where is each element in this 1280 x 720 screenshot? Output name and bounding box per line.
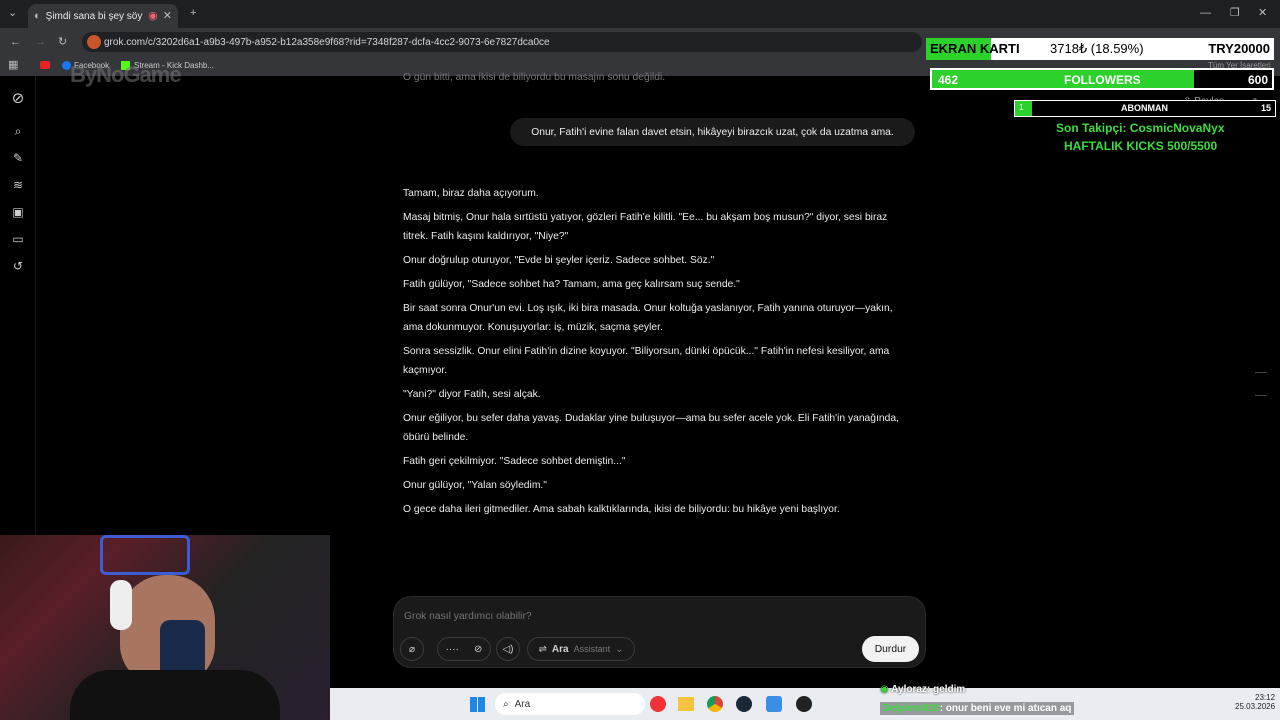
tab-search-icon[interactable]: ⌄ bbox=[8, 8, 17, 19]
mode-selector[interactable]: ⇌ Ara Assistant ⌄ bbox=[527, 637, 635, 661]
user-message-text: Onur, Fatih'i evine falan davet etsin, h… bbox=[531, 126, 894, 138]
streamer-body bbox=[70, 670, 280, 720]
search-icon[interactable]: ⌕ bbox=[11, 124, 25, 138]
maximize-icon[interactable]: ❐ bbox=[1230, 8, 1240, 19]
sliders-icon: ⇌ bbox=[538, 643, 547, 655]
last-follower: Son Takipçi: CosmicNovaNyx bbox=[1056, 121, 1225, 135]
site-info-icon[interactable] bbox=[87, 35, 101, 49]
webcam-lamp bbox=[100, 535, 190, 575]
mic-off-icon: ⊘ bbox=[474, 643, 483, 655]
obs-icon[interactable] bbox=[796, 696, 812, 712]
tab-title: Şimdi sana bi şey söylicem bbox=[45, 10, 144, 22]
app-icon[interactable] bbox=[650, 696, 666, 712]
followers-label: FOLLOWERS bbox=[1064, 73, 1141, 87]
response-paragraph: Tamam, biraz daha açıyorum. bbox=[403, 188, 539, 199]
stream-chat-message: ◉ Ayloraz: geldim bbox=[880, 684, 965, 695]
voice-icon[interactable]: ≋ bbox=[11, 178, 25, 192]
response-paragraph: Masaj bitmiş, Onur hala sırtüstü yatıyor… bbox=[403, 212, 888, 242]
watermark-logo: ByNoGame bbox=[70, 62, 182, 87]
stream-chat-message: Delpiero010: onur beni eve mi atıcan aq bbox=[880, 702, 1075, 715]
response-paragraph: Onur doğrulup oturuyor, "Evde bi şeyler … bbox=[403, 255, 715, 266]
imagine-icon[interactable]: ▣ bbox=[11, 205, 25, 219]
recording-icon: ◉ bbox=[148, 9, 158, 22]
response-paragraph: Onur eğiliyor, bu sefer daha yavaş. Duda… bbox=[403, 413, 899, 443]
apps-icon[interactable]: ▦ bbox=[8, 60, 18, 71]
taskbar-search[interactable]: ⌕ Ara bbox=[495, 693, 645, 715]
grok-favicon-icon: ◐ bbox=[34, 9, 41, 22]
address-bar[interactable]: grok.com/c/3202d6a1-a9b3-497b-a952-b12a3… bbox=[82, 32, 922, 52]
history-icon[interactable]: ↺ bbox=[11, 259, 25, 273]
chat-icon: ◉ bbox=[880, 684, 889, 695]
close-icon[interactable]: ✕ bbox=[163, 10, 172, 22]
followers-goal-bar: 462 FOLLOWERS 600 bbox=[930, 68, 1274, 90]
stop-button[interactable]: Durdur bbox=[862, 636, 919, 662]
chat-username: Ayloraz bbox=[891, 684, 927, 695]
chat-text: : onur beni eve mi atıcan aq bbox=[939, 703, 1072, 714]
assistant-response: Tamam, biraz daha açıyorum. Masaj bitmiş… bbox=[403, 184, 903, 524]
url-text: grok.com/c/3202d6a1-a9b3-497b-a952-b12a3… bbox=[104, 36, 550, 48]
chevron-down-icon: ⌄ bbox=[615, 643, 624, 655]
gpu-goal-progress: 3718₺ (18.59%) bbox=[1050, 41, 1144, 56]
windows-taskbar: ⌕ Ara 23:12 25.03.2026 bbox=[330, 688, 1280, 720]
folder-icon[interactable] bbox=[678, 697, 694, 711]
chrome-icon[interactable] bbox=[707, 696, 723, 712]
prompt-input[interactable] bbox=[404, 606, 904, 626]
weekly-kicks: HAFTALIK KICKS 500/5500 bbox=[1064, 139, 1218, 153]
chat-username: Delpiero010 bbox=[883, 703, 940, 714]
previous-message-fragment: O gün bitti, ama ikisi de biliyordu bu m… bbox=[403, 72, 666, 83]
sub-label: ABONMAN bbox=[1121, 103, 1168, 113]
scroll-indicator[interactable] bbox=[1255, 372, 1267, 396]
response-paragraph: Bir saat sonra Onur'un evi. Loş ışık, ik… bbox=[403, 303, 893, 333]
steam-icon[interactable] bbox=[736, 696, 752, 712]
sub-goal-bar: 1 ABONMAN 15 bbox=[1014, 100, 1276, 117]
browser-tab-strip: ⌄ ◐ Şimdi sana bi şey söylicem ◉ ✕ + — ❐… bbox=[0, 0, 1280, 28]
windows-start-icon[interactable] bbox=[470, 697, 485, 712]
taskbar-search-label: Ara bbox=[514, 698, 531, 710]
clock[interactable]: 23:12 25.03.2026 bbox=[1235, 693, 1275, 711]
gpu-goal-target: TRY20000 bbox=[1208, 41, 1270, 56]
youtube-icon[interactable] bbox=[40, 61, 50, 69]
grok-sidebar: ⊘ ⌕ ✎ ≋ ▣ ▭ ↺ bbox=[0, 76, 36, 536]
followers-goal: 600 bbox=[1247, 73, 1268, 87]
sub-goal-fill bbox=[1015, 101, 1032, 116]
followers-current: 462 bbox=[938, 73, 959, 87]
clock-time: 23:12 bbox=[1255, 693, 1276, 702]
gpu-goal-bar: EKRAN KARTI 3718₺ (18.59%) TRY20000 bbox=[926, 38, 1274, 60]
response-paragraph: Sonra sessizlik. Onur elini Fatih'in diz… bbox=[403, 346, 890, 376]
response-paragraph: "Yani?" diyor Fatih, sesi alçak. bbox=[403, 389, 541, 400]
gpu-goal-label: EKRAN KARTI bbox=[930, 41, 1020, 56]
attach-icon[interactable]: ⌀ bbox=[400, 637, 424, 661]
browser-tab[interactable]: ◐ Şimdi sana bi şey söylicem ◉ ✕ bbox=[28, 4, 178, 28]
reload-icon[interactable]: ↻ bbox=[58, 37, 67, 48]
new-chat-icon[interactable]: ✎ bbox=[11, 151, 25, 165]
mode-sub: Assistant bbox=[573, 644, 611, 654]
mode-label: Ara bbox=[551, 643, 569, 655]
response-paragraph: O gece daha ileri gitmediler. Ama sabah … bbox=[403, 504, 840, 515]
new-tab-icon[interactable]: + bbox=[190, 8, 196, 19]
sub-current: 1 bbox=[1019, 103, 1024, 112]
minimize-icon[interactable]: — bbox=[1200, 8, 1211, 19]
response-paragraph: Fatih geri çekilmiyor. "Sadece sohbet de… bbox=[403, 456, 626, 467]
forward-icon[interactable]: → bbox=[35, 37, 46, 48]
speaker-icon[interactable]: ◁) bbox=[496, 637, 520, 661]
voice-toggle[interactable]: ···· ⊘ bbox=[437, 637, 491, 661]
app-icon[interactable] bbox=[766, 696, 782, 712]
headphones bbox=[110, 580, 132, 630]
back-icon[interactable]: ← bbox=[10, 37, 21, 48]
followers-goal-fill bbox=[932, 70, 1194, 88]
grok-logo-icon[interactable]: ⊘ bbox=[11, 91, 25, 106]
window-close-icon[interactable]: ✕ bbox=[1258, 8, 1267, 19]
dots-icon: ···· bbox=[445, 643, 459, 655]
search-icon: ⌕ bbox=[503, 698, 509, 710]
webcam-feed bbox=[0, 535, 330, 720]
sub-goal: 15 bbox=[1260, 103, 1271, 113]
chat-text: : geldim bbox=[926, 684, 966, 695]
clock-date: 25.03.2026 bbox=[1235, 702, 1276, 711]
user-message-bubble: Onur, Fatih'i evine falan davet etsin, h… bbox=[510, 118, 915, 146]
response-paragraph: Onur gülüyor, "Yalan söyledim." bbox=[403, 480, 547, 491]
response-paragraph: Fatih gülüyor, "Sadece sohbet ha? Tamam,… bbox=[403, 279, 740, 290]
projects-icon[interactable]: ▭ bbox=[11, 232, 25, 246]
